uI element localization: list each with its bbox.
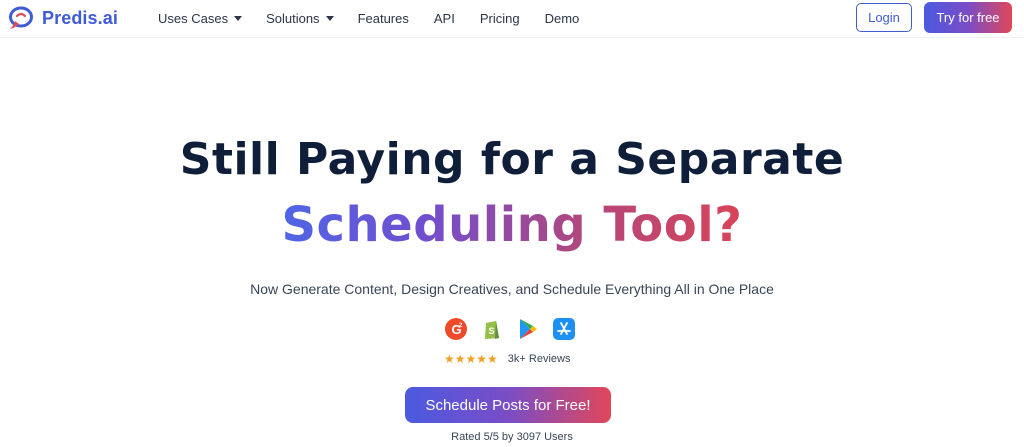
- hero-subheadline: Now Generate Content, Design Creatives, …: [250, 281, 774, 297]
- hero-headline-gradient-text: Scheduling Tool?: [281, 197, 743, 253]
- top-navbar: Predis.ai Uses Cases Solutions Features …: [0, 0, 1024, 38]
- star-rating-icon: ★★★★★: [444, 352, 498, 366]
- nav-item-label: Demo: [544, 10, 580, 26]
- app-store-icon[interactable]: [552, 317, 576, 341]
- nav-item-label: Solutions: [266, 10, 320, 26]
- caret-down-icon: [234, 16, 243, 21]
- nav-item-label: API: [433, 10, 455, 26]
- nav-item-pricing[interactable]: Pricing: [480, 11, 520, 26]
- nav-item-api[interactable]: API: [434, 11, 455, 26]
- nav-item-label: Pricing: [479, 10, 520, 26]
- platform-badges: G 2 S: [444, 316, 576, 342]
- brand-logo[interactable]: Predis.ai: [8, 4, 118, 32]
- google-play-icon[interactable]: [516, 317, 540, 341]
- main-menu: Uses Cases Solutions Features API Pricin…: [158, 0, 579, 36]
- schedule-posts-cta-button[interactable]: Schedule Posts for Free!: [405, 387, 611, 423]
- nav-item-uses-cases[interactable]: Uses Cases: [158, 10, 243, 26]
- hero-headline-line1: Still Paying for a Separate: [179, 134, 845, 185]
- reviews-summary: ★★★★★ 3k+ Reviews: [444, 351, 570, 367]
- brand-name: Predis.ai: [42, 7, 118, 28]
- caret-down-icon: [325, 16, 334, 21]
- nav-item-label: Features: [357, 10, 409, 26]
- nav-item-label: Uses Cases: [158, 10, 229, 26]
- login-button[interactable]: Login: [856, 3, 912, 32]
- predis-logo-icon: [8, 5, 36, 31]
- hero-headline-line2: Scheduling Tool?: [0, 196, 1024, 254]
- g2-icon[interactable]: G 2: [444, 317, 468, 341]
- nav-item-features[interactable]: Features: [358, 11, 409, 26]
- svg-text:S: S: [489, 326, 495, 336]
- nav-item-demo[interactable]: Demo: [545, 11, 580, 26]
- reviews-count: 3k+ Reviews: [507, 353, 571, 365]
- shopify-icon[interactable]: S: [480, 317, 504, 341]
- try-for-free-button[interactable]: Try for free: [924, 2, 1012, 33]
- nav-item-solutions[interactable]: Solutions: [266, 10, 334, 26]
- rated-text: Rated 5/5 by 3097 Users: [451, 431, 573, 443]
